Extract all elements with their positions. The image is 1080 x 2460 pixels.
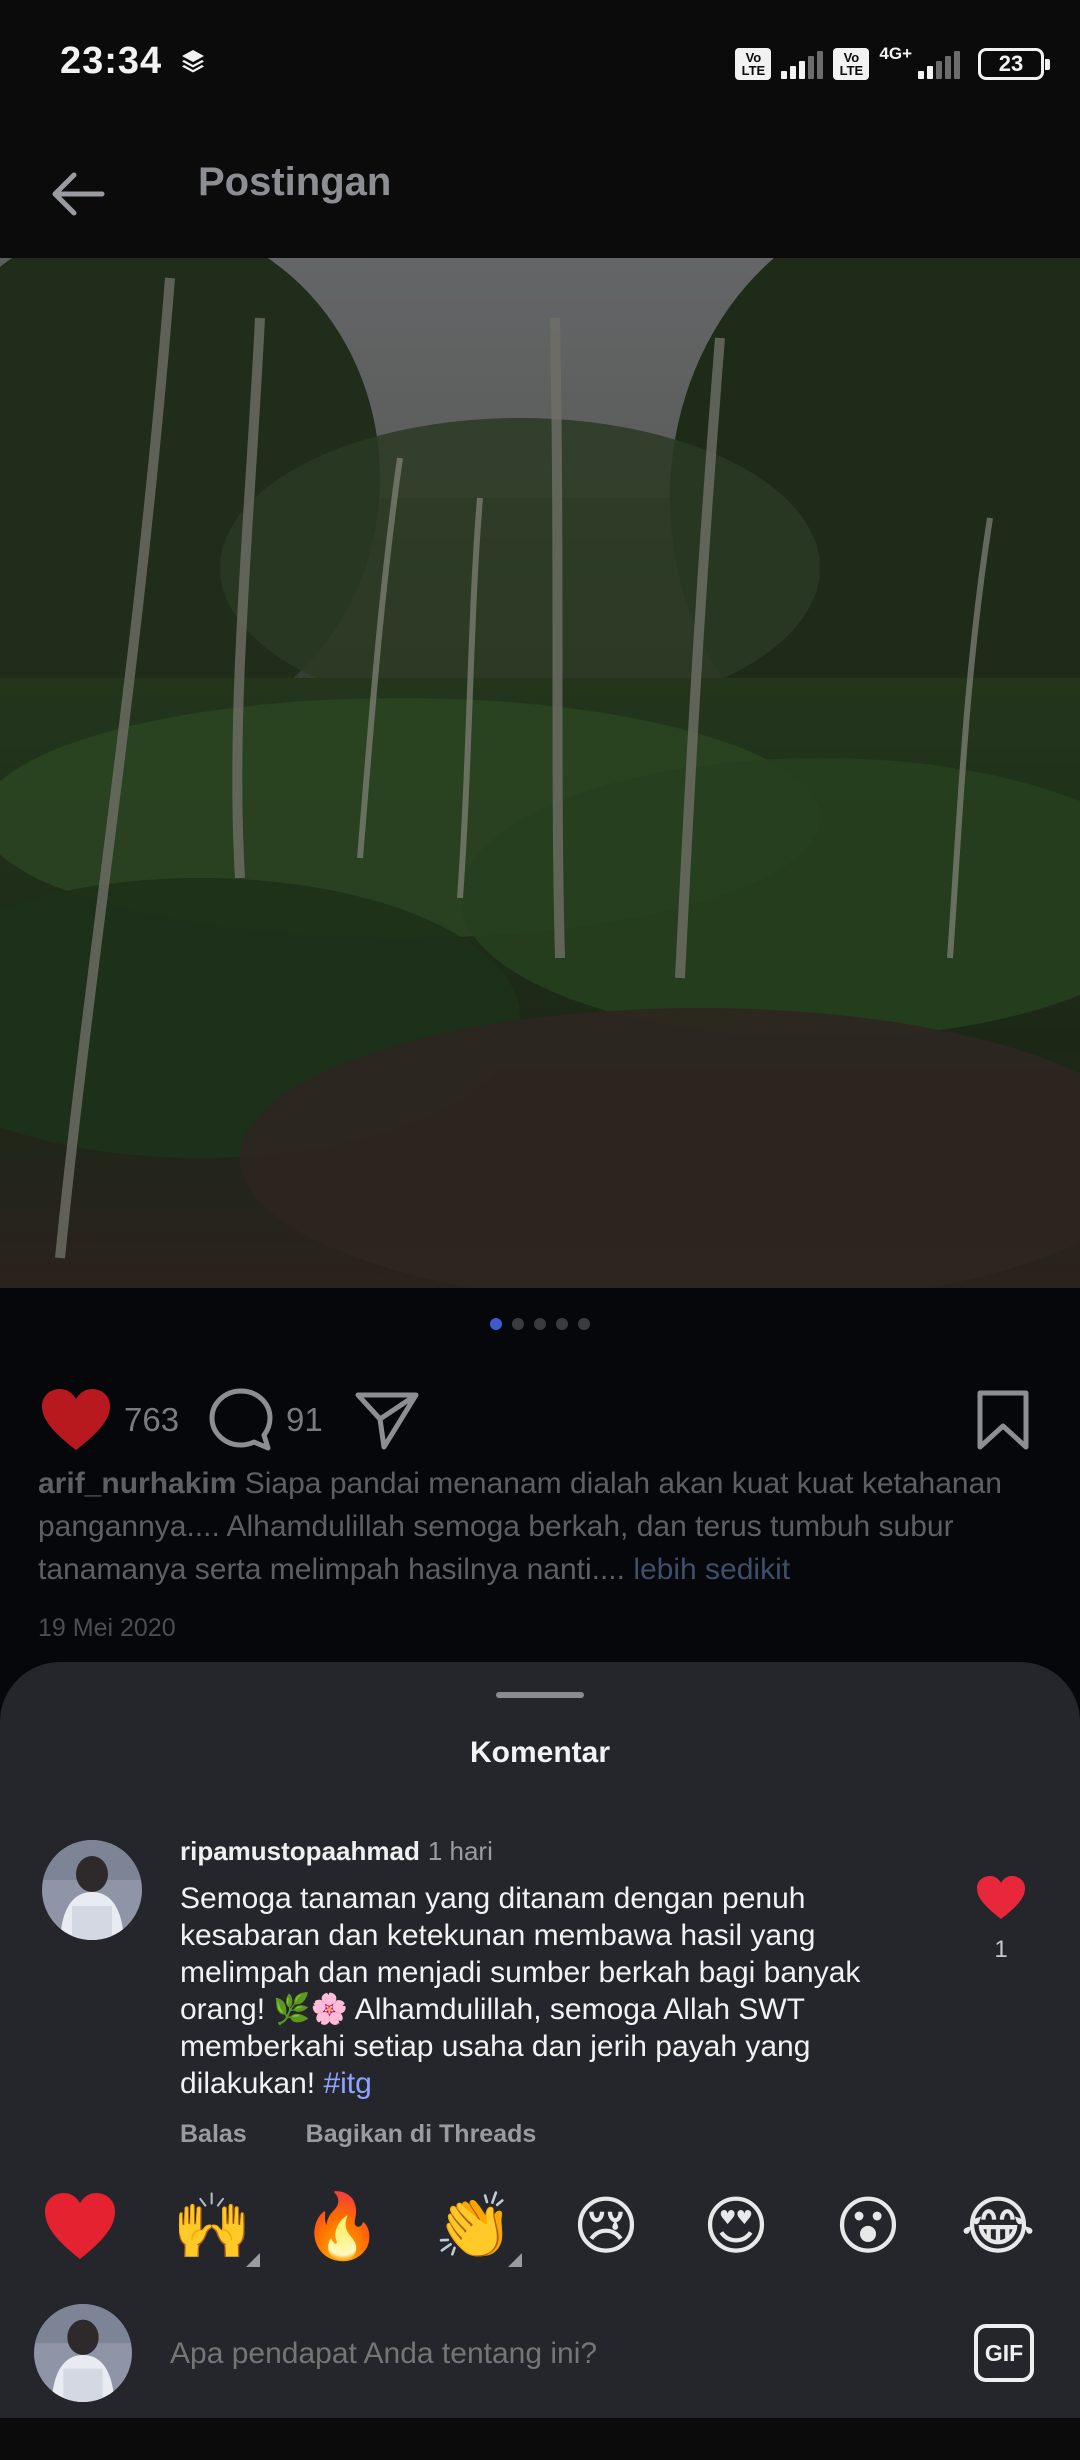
app-header: Postingan (0, 130, 1080, 258)
comments-sheet: Komentar ripamustopaahmad 1 hari Semoga t… (0, 1662, 1080, 2460)
crying-emoji-button[interactable]: 😢 (566, 2187, 646, 2267)
arrow-left-icon[interactable] (42, 158, 114, 230)
volte-badge-2: Vo LTE (833, 48, 870, 80)
share-threads-button[interactable]: Bagikan di Threads (306, 2120, 537, 2148)
sheet-title: Komentar (469, 1736, 611, 1769)
comment-time: 1 hari (427, 1836, 493, 1866)
surprised-emoji-button[interactable]: 😮 (828, 2187, 908, 2267)
signal-icon (781, 49, 824, 79)
comment-body: Semoga tanaman yang ditanam dengan penuh… (180, 1882, 861, 2100)
comment-count: 91 (286, 1401, 323, 1438)
carousel-dot (512, 1318, 524, 1330)
comment-text: Semoga tanaman yang ditanam dengan penuh… (180, 1880, 900, 2102)
laughing-emoji-button[interactable]: 😂 (958, 2187, 1038, 2267)
carousel-dot (490, 1318, 502, 1330)
reply-button[interactable]: Balas (180, 2120, 247, 2148)
caption-less-link[interactable]: lebih sedikit (633, 1553, 790, 1586)
carousel-dot (578, 1318, 590, 1330)
raising-hands-emoji-button[interactable]: 🙌 (172, 2187, 260, 2267)
network-type: 4G+ (879, 44, 912, 63)
post-date: 19 Mei 2020 (38, 1614, 176, 1642)
reaction-emoji: 😮 (834, 2190, 902, 2264)
like-count: 763 (124, 1401, 180, 1438)
status-indicators: Vo LTE Vo LTE 4G+ 23 (735, 44, 1050, 84)
status-time: 23:34 (60, 40, 163, 82)
share-icon (355, 1392, 419, 1450)
comment-item: ripamustopaahmad 1 hari Semoga tanaman ya… (0, 1830, 1080, 2160)
comment-button[interactable]: 91 (208, 1370, 323, 1470)
comment-hashtag[interactable]: #itg (323, 2067, 371, 2100)
avatar[interactable] (42, 1840, 142, 1940)
sheet-drag-handle[interactable] (496, 1692, 584, 1698)
quick-reactions: 🙌 🔥 👏 😢 😍 😮 😂 (0, 2187, 1080, 2277)
comment-like-count: 1 (994, 1936, 1008, 1963)
heart-emoji-button[interactable] (40, 2187, 120, 2267)
reaction-emoji: 🔥 (302, 2190, 382, 2264)
like-button[interactable]: 763 (40, 1370, 179, 1470)
carousel-dot (534, 1318, 546, 1330)
volte-badge: Vo LTE (735, 48, 772, 80)
reaction-emoji: 👏 (434, 2190, 514, 2264)
comment-icon (209, 1388, 273, 1451)
comment-input[interactable] (170, 2334, 870, 2374)
status-bar: 23:34 Vo LTE Vo LTE 4G+ 23 (0, 0, 1080, 130)
bookmark-button[interactable] (976, 1370, 1030, 1470)
reaction-emoji: 😍 (702, 2190, 770, 2264)
reaction-emoji: 🙌 (172, 2190, 252, 2264)
comment-header: ripamustopaahmad 1 hari (180, 1836, 493, 1867)
heart-icon (45, 2193, 115, 2259)
carousel-dot (556, 1318, 568, 1330)
post-actions: 763 91 (0, 1370, 1080, 1470)
heart-icon[interactable] (976, 1876, 1026, 1920)
share-button[interactable] (354, 1370, 420, 1470)
carousel-indicator (0, 1318, 1080, 1330)
heart-eyes-emoji-button[interactable]: 😍 (696, 2187, 776, 2267)
reaction-emoji: 😂 (960, 2190, 1036, 2264)
comment-links: Balas Bagikan di Threads (180, 2120, 588, 2149)
avatar (34, 2304, 132, 2402)
clapping-emoji-button[interactable]: 👏 (434, 2187, 522, 2267)
signal-icon-2 (918, 49, 960, 79)
page-title: Postingan (198, 160, 392, 204)
gif-button[interactable]: GIF (974, 2324, 1034, 2382)
navigation-bar (0, 2418, 1080, 2460)
comment-username[interactable]: ripamustopaahmad (180, 1836, 420, 1866)
post-caption: arif_nurhakim Siapa pandai menanam diala… (38, 1462, 1048, 1591)
bookmark-icon (977, 1390, 1029, 1450)
post-image[interactable] (0, 258, 1080, 1288)
reaction-emoji: 😢 (572, 2190, 640, 2264)
layers-icon (182, 50, 204, 73)
heart-icon (42, 1389, 110, 1450)
fire-emoji-button[interactable]: 🔥 (302, 2187, 382, 2267)
caption-username[interactable]: arif_nurhakim (38, 1467, 236, 1500)
battery-icon: 23 (978, 48, 1050, 80)
